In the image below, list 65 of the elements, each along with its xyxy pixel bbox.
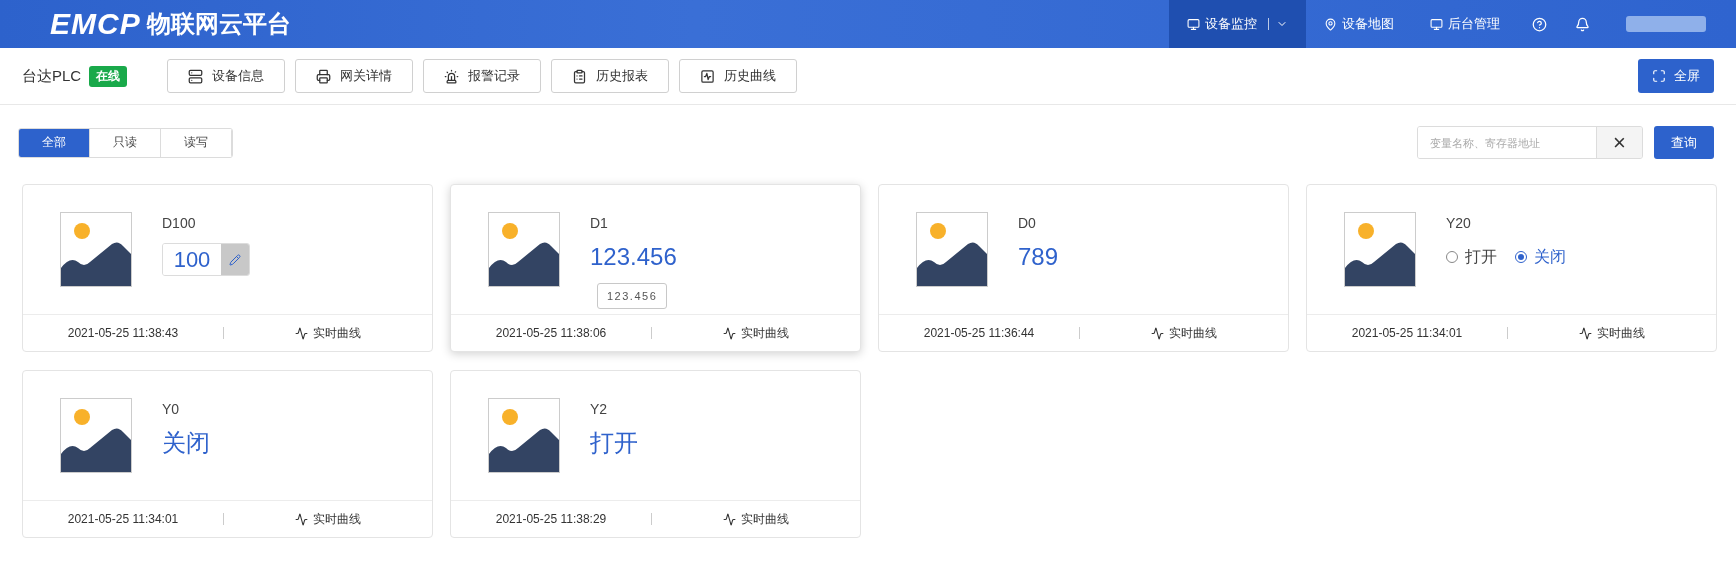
chart-icon	[723, 326, 736, 340]
realtime-curve-link[interactable]: 实时曲线	[652, 324, 860, 342]
fullscreen-button[interactable]: 全屏	[1638, 59, 1714, 93]
value-field[interactable]: 100	[162, 243, 250, 276]
toolbar-button[interactable]: 历史曲线	[679, 59, 798, 93]
query-button[interactable]: 查询	[1654, 126, 1714, 159]
clipboard-icon	[572, 68, 588, 84]
expand-icon	[1652, 69, 1666, 83]
timestamp: 2021-05-25 11:38:06	[494, 326, 608, 340]
image-icon	[916, 212, 988, 287]
device-name: 台达PLC	[22, 66, 82, 86]
variable-value: 123.456	[590, 243, 677, 271]
monitor-icon	[1187, 17, 1200, 31]
timestamp: 2021-05-25 11:34:01	[1350, 326, 1464, 340]
chart-icon	[1579, 326, 1592, 340]
platform-title: 物联网云平台	[146, 9, 291, 39]
server-icon	[188, 68, 204, 84]
image-icon	[60, 212, 132, 287]
radio-option[interactable]: 打开	[1446, 246, 1497, 268]
nav-item[interactable]: 设备监控	[1169, 0, 1306, 48]
variable-value: 打开	[590, 429, 638, 457]
clear-button[interactable]: ×	[1596, 127, 1642, 158]
toolbar-button[interactable]: 历史报表	[551, 59, 670, 93]
variable-name: Y20	[1446, 215, 1472, 231]
realtime-curve-link[interactable]: 实时曲线	[1508, 324, 1716, 342]
toolbar-button[interactable]: 报警记录	[423, 59, 542, 93]
radio-option[interactable]: 关闭	[1515, 246, 1566, 268]
timestamp: 2021-05-25 11:38:43	[66, 326, 180, 340]
status-badge: 在线	[89, 65, 128, 87]
image-icon	[488, 212, 560, 287]
toolbar-button[interactable]: 设备信息	[167, 59, 286, 93]
timestamp: 2021-05-25 11:34:01	[66, 512, 180, 526]
variable-name: D0	[1018, 215, 1037, 231]
pencil-icon	[229, 253, 241, 266]
variable-name: D100	[162, 215, 197, 231]
variable-value: 关闭	[162, 429, 210, 457]
edit-button[interactable]	[221, 244, 249, 275]
chart-icon	[700, 68, 716, 84]
toolbar-button[interactable]: 网关详情	[295, 59, 414, 93]
variable-name: D1	[590, 215, 609, 231]
search-field[interactable]: 变量名称、寄存器地址 ×	[1417, 126, 1643, 159]
chart-icon	[723, 512, 736, 526]
chart-icon	[1151, 326, 1164, 340]
image-icon	[1344, 212, 1416, 287]
chart-icon	[295, 512, 308, 526]
realtime-curve-link[interactable]: 实时曲线	[224, 324, 432, 342]
image-icon	[60, 398, 132, 473]
realtime-curve-link[interactable]: 实时曲线	[1080, 324, 1288, 342]
nav-item[interactable]: 设备地图	[1306, 0, 1412, 48]
pin-icon	[1324, 17, 1337, 31]
image-icon	[488, 398, 560, 473]
realtime-curve-link[interactable]: 实时曲线	[224, 510, 432, 528]
timestamp: 2021-05-25 11:38:29	[494, 512, 608, 526]
chart-icon	[295, 326, 308, 340]
filter-tab[interactable]: 全部	[19, 128, 90, 157]
timestamp: 2021-05-25 11:36:44	[922, 326, 1036, 340]
nav-item[interactable]: 后台管理	[1412, 0, 1518, 48]
monitor-icon	[1430, 17, 1443, 31]
value-tooltip: 123.456	[597, 283, 668, 309]
variable-name: Y0	[162, 401, 181, 417]
variable-name: Y2	[590, 401, 609, 417]
logo: EMCP	[50, 7, 141, 41]
realtime-curve-link[interactable]: 实时曲线	[652, 510, 860, 528]
variable-value: 789	[1018, 243, 1059, 271]
siren-icon	[444, 68, 460, 84]
